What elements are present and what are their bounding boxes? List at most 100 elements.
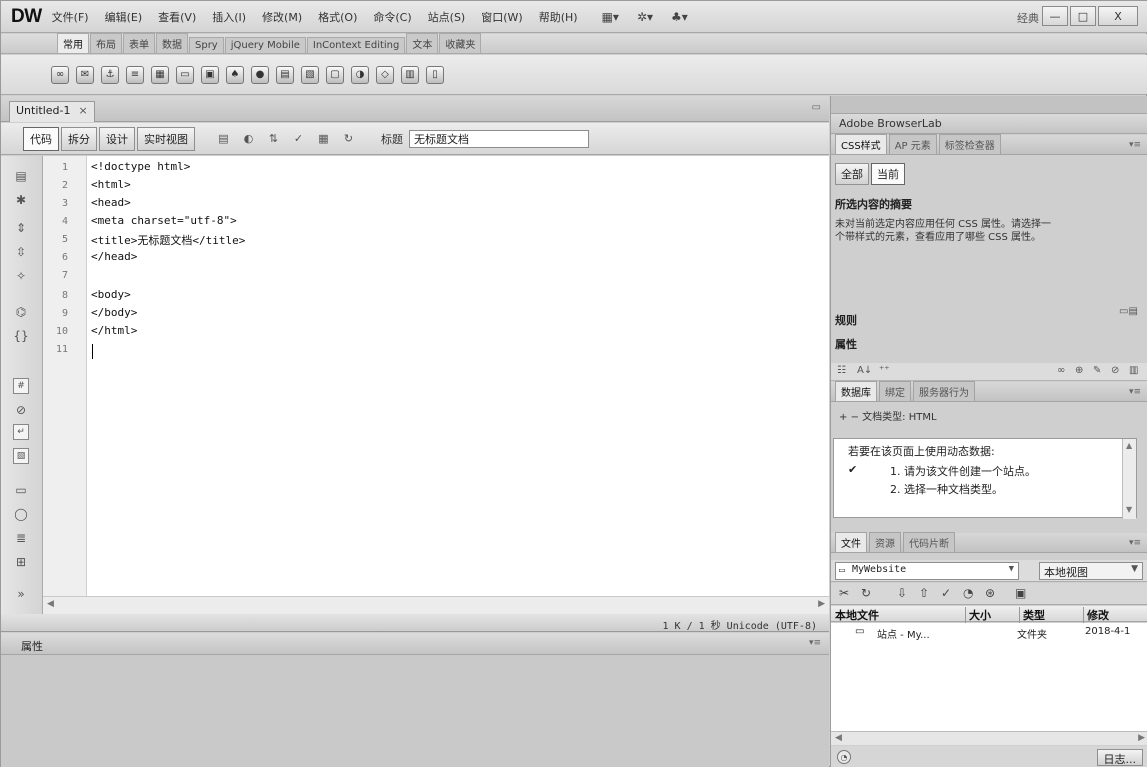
edit-rule-icon[interactable]: ✎	[1093, 365, 1101, 376]
put-files-icon[interactable]: ⇧	[919, 586, 929, 600]
collapse-tag-icon[interactable]: ⇕	[13, 220, 29, 236]
connect-icon[interactable]: ✂	[839, 586, 849, 600]
collapse-selection-icon[interactable]: ⇳	[13, 244, 29, 260]
get-files-icon[interactable]: ⇩	[897, 586, 907, 600]
properties-header[interactable]: 属性 ▾≡	[1, 633, 829, 655]
panel-menu-icon[interactable]: ▾≡	[1129, 538, 1141, 548]
tab-ap-elements[interactable]: AP 元素	[888, 134, 937, 154]
insert-tab-favorites[interactable]: 收藏夹	[439, 33, 482, 53]
insert-tab-jquery-mobile[interactable]: jQuery Mobile	[224, 37, 306, 53]
open-documents-icon[interactable]: ▤	[13, 168, 29, 184]
menu-format[interactable]: 格式(O)	[318, 9, 357, 25]
insert-tab-layout[interactable]: 布局	[90, 33, 122, 53]
menu-view[interactable]: 查看(V)	[158, 9, 196, 25]
insert-tab-common[interactable]: 常用	[57, 33, 89, 53]
visual-aids-icon[interactable]: ▦	[315, 130, 332, 147]
dynamic-data-scrollbar[interactable]: ▲ ▼	[1122, 439, 1136, 519]
panel-menu-icon[interactable]: ▾≡	[809, 638, 821, 648]
minimize-button[interactable]: —	[1042, 6, 1068, 26]
status-download-encoding[interactable]: 1 K / 1 秒 Unicode (UTF-8)	[663, 617, 818, 632]
log-button[interactable]: 日志...	[1096, 749, 1143, 766]
named-anchor-icon[interactable]: ⚓	[101, 65, 119, 84]
layout-dropdown-icon[interactable]: ▦▾	[602, 10, 619, 24]
syntax-coloring-icon[interactable]: ▧	[13, 448, 29, 464]
menu-edit[interactable]: 编辑(E)	[105, 9, 143, 25]
new-css-rule-icon[interactable]: ⊕	[1075, 365, 1083, 376]
table-icon[interactable]: ▦	[151, 65, 169, 84]
div-icon[interactable]: ▭	[176, 65, 194, 84]
file-row[interactable]: ▭ 站点 - My... 文件夹 2018-4-1	[831, 625, 1141, 641]
view-mode-select[interactable]: 本地视图 ▼	[1039, 562, 1143, 580]
tab-databases[interactable]: 数据库	[835, 381, 877, 401]
tab-tag-inspector[interactable]: 标签检查器	[938, 134, 1001, 154]
panel-menu-icon[interactable]: ▾≡	[1129, 140, 1141, 150]
files-horizontal-scrollbar[interactable]: ◀ ▶	[831, 731, 1147, 745]
select-parent-tag-icon[interactable]: ⌬	[13, 304, 29, 320]
delete-rule-icon[interactable]: ▥	[1129, 365, 1138, 376]
col-modified[interactable]: 修改	[1083, 607, 1109, 623]
comment-icon[interactable]: ▢	[326, 65, 344, 84]
extend-dropdown-icon[interactable]: ✲▾	[637, 10, 653, 24]
menu-site[interactable]: 站点(S)	[428, 9, 466, 25]
panel-menu-icon[interactable]: ▾≡	[1129, 387, 1141, 397]
tab-files[interactable]: 文件	[835, 532, 867, 552]
templates-dropdown-icon[interactable]: ▥	[401, 65, 419, 84]
multiscreen-icon[interactable]: ▤	[215, 130, 232, 147]
more-tools-icon[interactable]: »	[13, 586, 29, 602]
insert-tab-text[interactable]: 文本	[406, 33, 439, 53]
site-select[interactable]: ▭ MyWebsite ▼	[835, 562, 1019, 580]
expand-panel-icon[interactable]: ▣	[1015, 586, 1026, 600]
script-dropdown-icon[interactable]: ◇	[376, 65, 394, 84]
balance-braces-icon[interactable]: {}	[13, 328, 29, 344]
expand-all-icon[interactable]: ✧	[13, 268, 29, 284]
menu-file[interactable]: 文件(F)	[52, 9, 89, 25]
set-properties-icon[interactable]: ⁺⁺	[879, 365, 890, 376]
email-link-icon[interactable]: ✉	[76, 65, 94, 84]
file-management-icon[interactable]: ⇅	[265, 130, 282, 147]
insert-tab-forms[interactable]: 表单	[123, 33, 155, 53]
tab-snippets[interactable]: 代码片断	[903, 532, 955, 552]
horizontal-rule-icon[interactable]: ≡	[126, 65, 144, 84]
col-local-files[interactable]: 本地文件	[835, 607, 879, 623]
split-view-button[interactable]: 拆分	[61, 126, 97, 151]
menu-help[interactable]: 帮助(H)	[539, 9, 578, 25]
menu-window[interactable]: 窗口(W)	[481, 9, 522, 25]
preview-browser-icon[interactable]: ◐	[240, 130, 257, 147]
col-type[interactable]: 类型	[1019, 607, 1045, 623]
design-view-button[interactable]: 设计	[99, 126, 135, 151]
all-mode-button[interactable]: 全部	[835, 163, 869, 185]
refresh-design-icon[interactable]: ↻	[340, 130, 357, 147]
show-code-navigator-icon[interactable]: ✱	[13, 192, 29, 208]
browserlab-panel-header[interactable]: Adobe BrowserLab	[831, 114, 1147, 134]
add-binding-icon[interactable]: +	[839, 412, 847, 423]
close-button[interactable]: X	[1098, 6, 1138, 26]
w3c-validation-icon[interactable]: ✓	[290, 130, 307, 147]
word-wrap-icon[interactable]: ↵	[13, 424, 29, 440]
widget-icon[interactable]: ●	[251, 65, 269, 84]
tag-chooser-icon[interactable]: ▯	[426, 65, 444, 84]
date-icon[interactable]: ▤	[276, 65, 294, 84]
insert-tab-data[interactable]: 数据	[156, 33, 188, 53]
document-tab-untitled[interactable]: Untitled-1 ×	[9, 101, 95, 122]
dynamic-step-2-link[interactable]: 2. 选择一种文档类型。	[890, 481, 1003, 497]
restore-down-icon[interactable]: ▭	[812, 102, 821, 113]
scroll-left-icon[interactable]: ◀	[47, 599, 54, 609]
col-size[interactable]: 大小	[965, 607, 991, 623]
refresh-icon[interactable]: ↻	[861, 586, 871, 600]
remove-binding-icon[interactable]: −	[851, 412, 859, 423]
tab-css-styles[interactable]: CSS样式	[835, 134, 887, 154]
highlight-invalid-code-icon[interactable]: ⊘	[13, 402, 29, 418]
menu-modify[interactable]: 修改(M)	[262, 9, 302, 25]
tab-server-behaviors[interactable]: 服务器行为	[913, 381, 975, 401]
disable-css-icon[interactable]: ⊘	[1111, 365, 1119, 376]
current-mode-button[interactable]: 当前	[871, 163, 905, 185]
scroll-left-icon[interactable]: ◀	[835, 733, 842, 743]
site-dropdown-icon[interactable]: ♣▾	[671, 10, 688, 24]
remove-comment-icon[interactable]: ◯	[13, 506, 29, 522]
insert-tab-incontext[interactable]: InContext Editing	[306, 37, 406, 53]
dynamic-step-1-link[interactable]: 1. 请为该文件创建一个站点。	[890, 463, 1036, 479]
line-numbers-icon[interactable]: #	[13, 378, 29, 394]
head-dropdown-icon[interactable]: ◑	[351, 65, 369, 84]
insert-tab-spry[interactable]: Spry	[189, 37, 224, 53]
recent-snippets-icon[interactable]: ⊞	[13, 554, 29, 570]
